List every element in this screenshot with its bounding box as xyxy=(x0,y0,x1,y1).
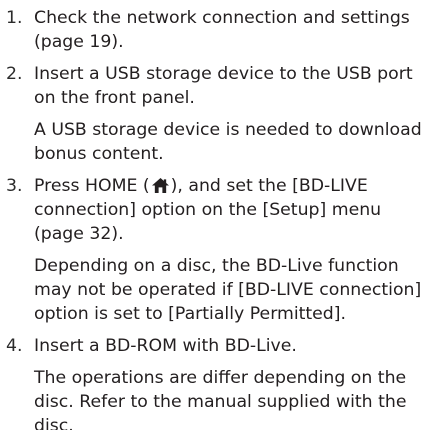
step-number: 4. xyxy=(6,336,23,356)
step-number: 3. xyxy=(6,176,23,196)
step-note: A USB storage device is needed to downlo… xyxy=(34,120,422,164)
step-text: Press HOME (), and set the [BD-LIVE conn… xyxy=(34,174,431,246)
step-number: 1. xyxy=(6,8,23,28)
home-icon xyxy=(151,177,170,194)
step-2: 2. Insert a USB storage device to the US… xyxy=(6,62,431,166)
step-note: The operations are differ depending on t… xyxy=(34,368,407,430)
step-text: Insert a USB storage device to the USB p… xyxy=(34,64,413,108)
step-3: 3. Press HOME (), and set the [BD-LIVE c… xyxy=(6,174,431,326)
step-text-before-icon: Press HOME ( xyxy=(34,176,150,196)
step-1: 1. Check the network connection and sett… xyxy=(6,6,431,54)
step-number: 2. xyxy=(6,64,23,84)
step-note: Depending on a disc, the BD-Live functio… xyxy=(34,256,422,324)
step-text: Insert a BD-ROM with BD-Live. xyxy=(34,336,297,356)
step-4: 4. Insert a BD-ROM with BD-Live. The ope… xyxy=(6,334,431,430)
step-text: Check the network connection and setting… xyxy=(34,8,410,52)
instruction-page: 1. Check the network connection and sett… xyxy=(0,0,437,430)
